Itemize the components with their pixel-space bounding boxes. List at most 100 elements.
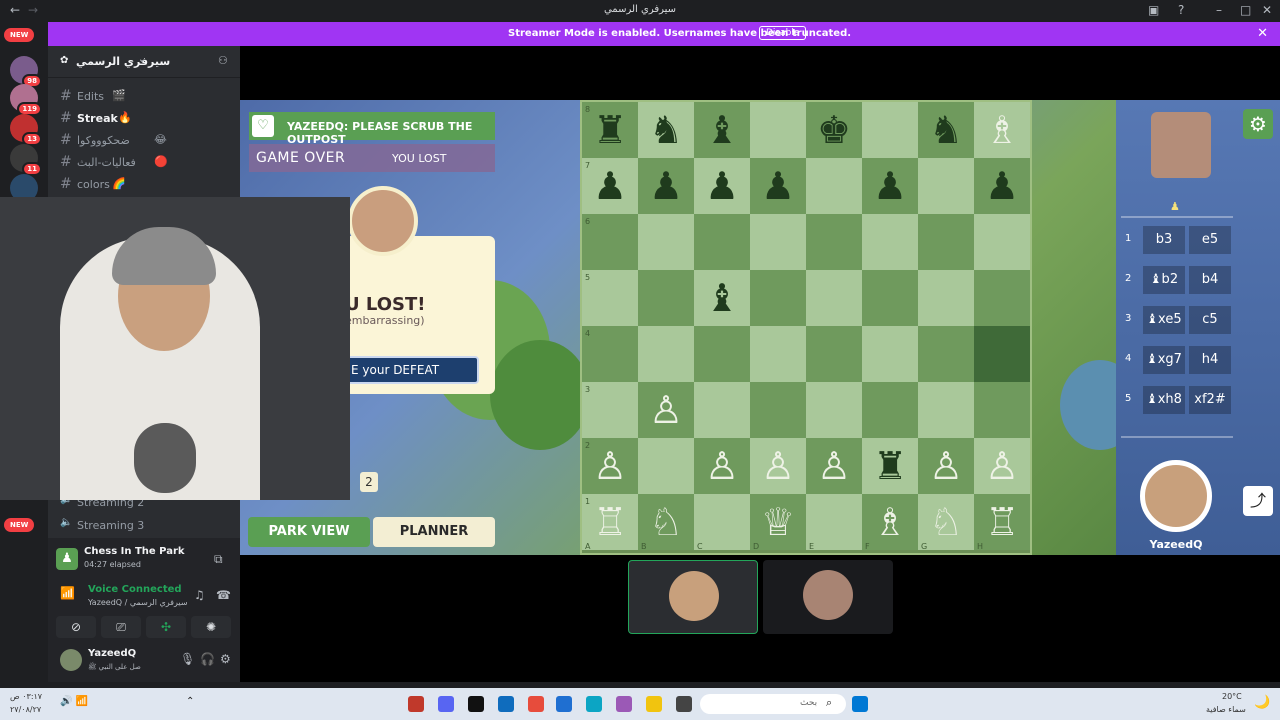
board-square[interactable]: ♝	[694, 102, 750, 158]
board-square[interactable]	[694, 326, 750, 382]
board-square[interactable]: ♜	[862, 438, 918, 494]
invite-icon[interactable]: ⚇	[218, 54, 228, 67]
board-square[interactable]	[862, 326, 918, 382]
board-square[interactable]: ♙	[750, 438, 806, 494]
black-move[interactable]: xf2#	[1189, 386, 1231, 414]
close-window-icon[interactable]: ✕	[1262, 3, 1272, 17]
participant-tile[interactable]	[628, 560, 758, 634]
board-square[interactable]	[862, 382, 918, 438]
board-square[interactable]	[974, 270, 1030, 326]
board-square[interactable]: ♟	[638, 158, 694, 214]
back-icon[interactable]: ←	[10, 3, 20, 17]
board-square[interactable]: ♞	[918, 102, 974, 158]
avatar[interactable]	[60, 649, 82, 671]
board-square[interactable]	[806, 494, 862, 550]
chess-piece[interactable]: ♝	[705, 111, 739, 149]
board-square[interactable]	[582, 214, 638, 270]
signal-icon[interactable]: 📶	[60, 586, 75, 600]
activities-button[interactable]: ✣	[146, 616, 186, 638]
board-square[interactable]	[918, 158, 974, 214]
board-square[interactable]: ♙	[918, 438, 974, 494]
board-square[interactable]	[750, 270, 806, 326]
board-square[interactable]: ♟	[694, 158, 750, 214]
white-move[interactable]: ♝b2	[1143, 266, 1185, 294]
black-move[interactable]: e5	[1189, 226, 1231, 254]
channel-item-streak[interactable]: # Streak 🔥	[54, 108, 234, 128]
chess-piece[interactable]: ♗	[873, 503, 907, 541]
inbox-icon[interactable]: ▣	[1148, 3, 1159, 17]
discord-icon[interactable]	[438, 696, 454, 712]
microphone-icon[interactable]: 🎙	[180, 652, 195, 666]
chess-piece[interactable]: ♟	[873, 167, 907, 205]
store-icon[interactable]	[556, 696, 572, 712]
chess-piece[interactable]: ♕	[761, 503, 795, 541]
board-square[interactable]: ♟	[974, 158, 1030, 214]
board-square[interactable]	[918, 326, 974, 382]
server-icon[interactable]: 119	[10, 84, 42, 116]
minimize-icon[interactable]: –	[1216, 3, 1222, 17]
soundboard-icon[interactable]: ♫	[194, 588, 205, 602]
chess-piece[interactable]: ♟	[761, 167, 795, 205]
chess-piece[interactable]: ♙	[929, 447, 963, 485]
board-square[interactable]	[862, 214, 918, 270]
board-square[interactable]: ♝	[694, 270, 750, 326]
maximize-icon[interactable]: □	[1240, 3, 1251, 17]
chess-piece[interactable]: ♞	[929, 111, 963, 149]
board-square[interactable]: ♞	[638, 102, 694, 158]
board-square[interactable]	[582, 326, 638, 382]
chess-piece[interactable]: ♟	[649, 167, 683, 205]
board-square[interactable]	[582, 270, 638, 326]
disconnect-icon[interactable]: ☎	[216, 588, 231, 602]
settings-gear-icon[interactable]: ⚙	[220, 652, 231, 666]
channel-item-events[interactable]: # فعاليات-البث 🔴	[54, 152, 234, 172]
planner-button[interactable]: PLANNER	[373, 517, 495, 547]
help-icon[interactable]: ?	[1178, 3, 1184, 17]
chess-piece[interactable]: ♙	[985, 447, 1019, 485]
move-number[interactable]: 2	[1125, 273, 1131, 284]
white-move[interactable]: b3	[1143, 226, 1185, 254]
chess-piece[interactable]: ♜	[873, 447, 907, 485]
white-move[interactable]: ♝xe5	[1143, 306, 1185, 334]
activity-card[interactable]: ♟ Chess In The Park 04:27 elapsed ⧉	[56, 546, 232, 574]
capcut-icon[interactable]	[468, 696, 484, 712]
chess-piece[interactable]: ♜	[593, 111, 627, 149]
defeat-button[interactable]: E your DEFEAT	[345, 356, 479, 384]
chess-piece[interactable]: ♙	[649, 391, 683, 429]
board-square[interactable]	[638, 214, 694, 270]
outlook-icon[interactable]	[498, 696, 514, 712]
board-square[interactable]	[694, 382, 750, 438]
board-square[interactable]	[638, 438, 694, 494]
board-square[interactable]: ♙	[638, 382, 694, 438]
chess-piece[interactable]: ♗	[985, 111, 1019, 149]
board-square[interactable]: ♚	[806, 102, 862, 158]
black-move[interactable]: c5	[1189, 306, 1231, 334]
board-square[interactable]	[638, 326, 694, 382]
board-square[interactable]: ♜	[582, 102, 638, 158]
chess-piece[interactable]: ♟	[705, 167, 739, 205]
park-view-button[interactable]: PARK VIEW	[248, 517, 370, 547]
board-square[interactable]	[806, 270, 862, 326]
black-move[interactable]: b4	[1189, 266, 1231, 294]
server-icon[interactable]: 11	[10, 144, 42, 176]
board-square[interactable]	[806, 214, 862, 270]
chess-piece[interactable]: ♚	[817, 111, 851, 149]
board-square[interactable]: ♙	[974, 438, 1030, 494]
board-square[interactable]	[974, 214, 1030, 270]
chess-piece[interactable]: ♟	[593, 167, 627, 205]
chess-piece[interactable]: ♖	[985, 503, 1019, 541]
share-icon[interactable]: ⤴	[1243, 486, 1273, 516]
screen-share-button[interactable]: ⎚	[101, 616, 141, 638]
board-square[interactable]	[862, 270, 918, 326]
server-header[interactable]: ✿ سيرفري الرسمي ⌄ ⚇	[48, 46, 240, 78]
board-square[interactable]	[974, 382, 1030, 438]
forward-icon[interactable]: →	[28, 3, 38, 17]
white-move[interactable]: ♝xg7	[1143, 346, 1185, 374]
voice-channel-streaming-3[interactable]: 🔈 Streaming 3	[54, 515, 234, 535]
effects-button[interactable]: ✺	[191, 616, 231, 638]
gift-icon[interactable]	[528, 696, 544, 712]
search-bar[interactable]: بحث ⌕	[700, 694, 846, 714]
channel-item-edits[interactable]: # Edits 🎬	[54, 86, 234, 106]
chess-piece[interactable]: ♞	[649, 111, 683, 149]
board-square[interactable]: ♗	[974, 102, 1030, 158]
board-square[interactable]	[638, 270, 694, 326]
